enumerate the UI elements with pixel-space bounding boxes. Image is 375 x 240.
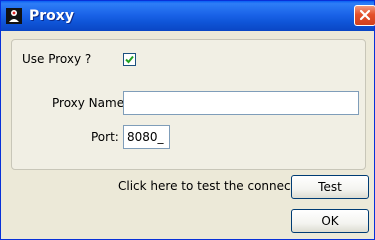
ok-button[interactable]: OK [291,209,369,233]
java-duke-icon [6,8,22,24]
proxy-name-field[interactable] [123,91,359,115]
test-button[interactable]: Test [291,175,369,199]
proxy-dialog: Proxy Use Proxy ? Proxy Name: Port: 8080… [0,0,375,240]
window-title: Proxy [29,8,74,24]
test-connection-hint: Click here to test the connection: [118,179,318,193]
proxy-settings-panel: Use Proxy ? Proxy Name: Port: 8080_ [11,39,366,170]
use-proxy-checkbox[interactable] [123,53,136,66]
title-bar[interactable]: Proxy [1,1,375,31]
port-field[interactable]: 8080_ [123,125,170,149]
close-button[interactable] [354,5,375,26]
port-label: Port: [91,130,119,144]
proxy-name-label: Proxy Name: [52,96,129,110]
use-proxy-label: Use Proxy ? [22,52,92,66]
